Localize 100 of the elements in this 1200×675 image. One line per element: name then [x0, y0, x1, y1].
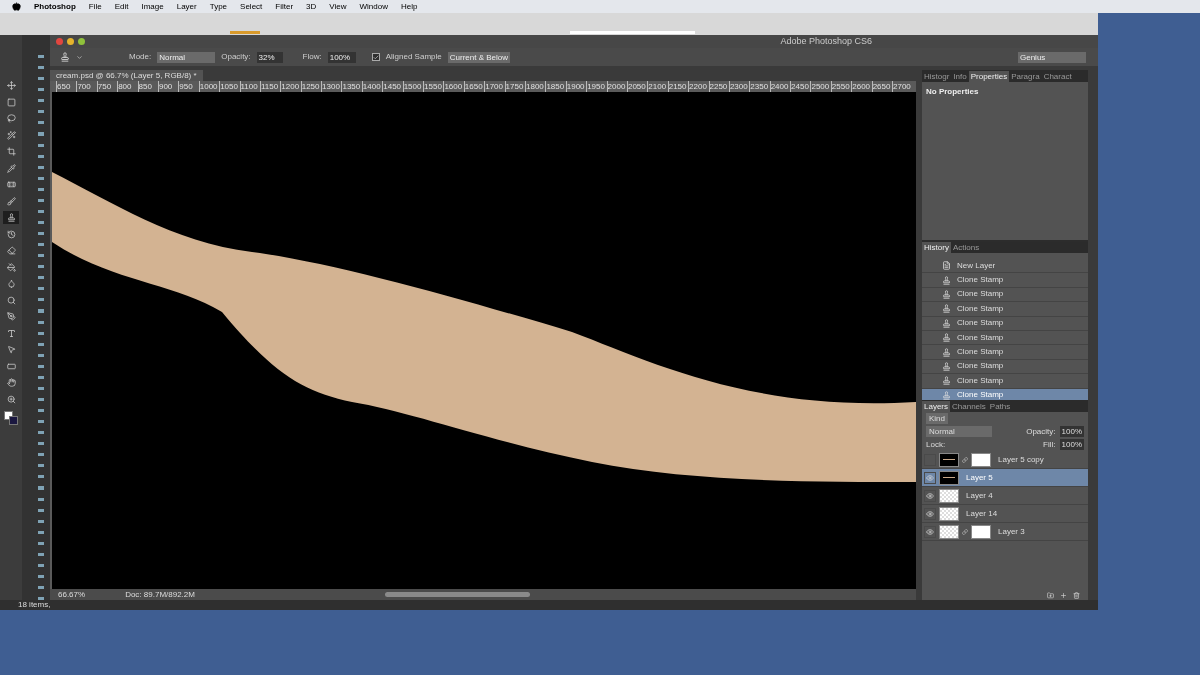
aligned-label: Aligned Sample: [385, 51, 442, 63]
flow-label: Flow:: [302, 51, 322, 63]
history-label: Clone Stamp: [957, 302, 1004, 315]
close-icon[interactable]: [56, 38, 63, 45]
document-size: Doc: 89.7M/892.2M: [125, 588, 195, 601]
panel-tab[interactable]: Actions: [950, 242, 982, 253]
stamp-icon: [942, 376, 951, 386]
lock-label: Lock:: [926, 438, 946, 451]
sample-dropdown[interactable]: Current & Below: [447, 51, 510, 63]
stamp-icon: [942, 361, 951, 371]
menu-item[interactable]: Window: [359, 0, 388, 13]
panel-tab[interactable]: Channels: [950, 401, 988, 412]
history-item[interactable]: Clone Stamp: [922, 287, 1088, 303]
folder-icon[interactable]: [1047, 591, 1054, 599]
panel-tab[interactable]: Paragra: [1009, 71, 1042, 82]
trash-icon[interactable]: [1073, 591, 1080, 599]
history-label: Clone Stamp: [957, 389, 1004, 402]
visibility-toggle[interactable]: [924, 489, 936, 502]
stamp-icon: [942, 304, 951, 314]
flow-field[interactable]: 100%: [327, 51, 356, 63]
new-layer-icon[interactable]: [1060, 591, 1067, 599]
history-item[interactable]: New Layer: [922, 259, 1088, 274]
fill-label: Fill:: [1043, 438, 1056, 451]
stamp-icon: [942, 318, 951, 328]
fill-field[interactable]: 100%: [1059, 439, 1084, 450]
color-swatch-icon[interactable]: [4, 411, 18, 425]
opacity-field[interactable]: 32%: [256, 51, 283, 63]
mode-label: Mode:: [129, 51, 152, 63]
filter-dropdown[interactable]: Kind: [926, 413, 948, 424]
menu-item[interactable]: Edit: [114, 0, 129, 13]
opacity-field[interactable]: 100%: [1059, 426, 1084, 437]
menu-item[interactable]: Select: [240, 0, 263, 13]
history-item[interactable]: Clone Stamp: [922, 302, 1088, 317]
panel-tab[interactable]: Histogr: [922, 71, 952, 82]
menu-item[interactable]: File: [88, 0, 102, 13]
link-icon: [962, 528, 968, 535]
history-label: Clone Stamp: [957, 288, 1004, 301]
zoom-level: 66.67%: [58, 588, 86, 601]
stamp-icon: [942, 289, 951, 299]
history-label: Clone Stamp: [957, 274, 1004, 287]
menu-item[interactable]: Type: [209, 0, 228, 13]
stamp-icon: [942, 333, 951, 343]
menu-item[interactable]: View: [329, 0, 347, 13]
menu-item[interactable]: Image: [141, 0, 164, 13]
document-icon: [942, 261, 951, 271]
layer-name: Layer 5 copy: [998, 453, 1044, 466]
menu-item[interactable]: Filter: [275, 0, 294, 13]
layer-name: Layer 3: [998, 525, 1025, 538]
history-item[interactable]: Clone Stamp: [922, 359, 1088, 375]
aligned-checkbox[interactable]: [371, 53, 380, 61]
layer-row[interactable]: Layer 4: [922, 487, 1088, 505]
history-label: Clone Stamp: [957, 374, 1004, 387]
menu-item[interactable]: 3D: [306, 0, 317, 13]
history-item[interactable]: Clone Stamp: [922, 345, 1088, 360]
opacity-label: Opacity:: [1026, 425, 1056, 438]
menu-item[interactable]: Photoshop: [34, 0, 76, 13]
history-label: Clone Stamp: [957, 346, 1004, 359]
visibility-toggle[interactable]: [924, 507, 936, 520]
visibility-toggle[interactable]: [924, 525, 936, 538]
layer-row[interactable]: Layer 3: [922, 523, 1088, 541]
history-item[interactable]: Clone Stamp: [922, 374, 1088, 389]
history-label: New Layer: [957, 259, 996, 272]
panel-tab[interactable]: History: [922, 242, 951, 253]
stamp-icon: [942, 347, 951, 357]
history-item[interactable]: Clone Stamp: [922, 330, 1088, 346]
mode-dropdown[interactable]: Normal: [157, 51, 216, 63]
bridge-status-text: 18 items,: [18, 599, 51, 611]
menu-item[interactable]: Help: [400, 0, 418, 13]
document-tab[interactable]: cream.psd @ 66.7% (Layer 5, RGB/8) *: [50, 70, 203, 81]
history-item[interactable]: Clone Stamp: [922, 316, 1088, 331]
history-item[interactable]: Clone Stamp: [922, 273, 1088, 288]
workspace-dropdown[interactable]: Genius: [1018, 51, 1086, 63]
zoom-icon[interactable]: [78, 38, 85, 45]
stamp-icon: [942, 390, 951, 400]
history-label: Clone Stamp: [957, 360, 1004, 373]
layer-row[interactable]: Layer 5: [922, 469, 1088, 487]
stamp-icon: [942, 275, 951, 285]
panel-tab[interactable]: Properties: [968, 71, 1010, 82]
stamp-icon[interactable]: [60, 52, 70, 62]
link-icon: [962, 456, 968, 463]
menu-item[interactable]: Layer: [176, 0, 197, 13]
layer-name: Layer 5: [966, 471, 993, 484]
panel-tab[interactable]: Paths: [987, 401, 1013, 412]
panel-tab[interactable]: Layers: [922, 401, 950, 412]
window-title: Adobe Photoshop CS6: [780, 34, 872, 48]
properties-message: No Properties: [925, 86, 980, 98]
panel-tab[interactable]: Info: [951, 71, 969, 82]
blend-mode-dropdown[interactable]: Normal: [926, 426, 992, 437]
panel-tab[interactable]: Charact: [1041, 71, 1074, 82]
history-label: Clone Stamp: [957, 331, 1004, 344]
layer-row[interactable]: Layer 14: [922, 505, 1088, 523]
minimize-icon[interactable]: [67, 38, 74, 45]
scrollbar-thumb[interactable]: [384, 592, 530, 597]
visibility-toggle[interactable]: [924, 471, 936, 484]
opacity-label: Opacity:: [221, 51, 251, 63]
layer-name: Layer 4: [966, 489, 993, 502]
history-label: Clone Stamp: [957, 317, 1004, 330]
layer-name: Layer 14: [966, 507, 998, 520]
apple-logo-icon[interactable]: [12, 2, 21, 11]
caret-icon[interactable]: [76, 53, 83, 61]
